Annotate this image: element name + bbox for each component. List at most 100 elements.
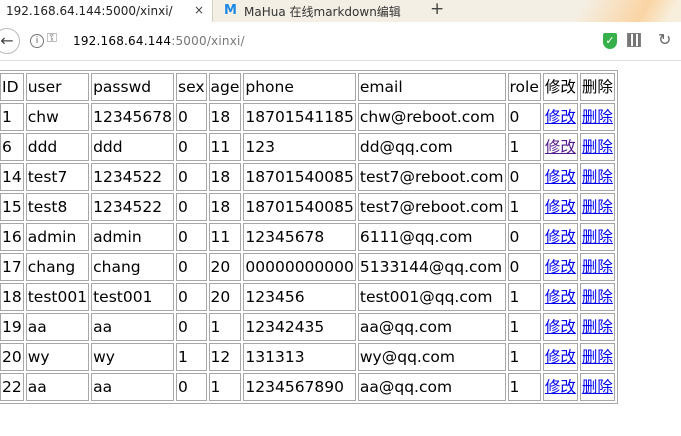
edit-link[interactable]: 修改 — [545, 258, 576, 276]
cell-sex: 0 — [176, 223, 207, 251]
header-user: user — [25, 73, 90, 101]
cell-user: test001 — [25, 283, 90, 311]
header-phone: phone — [243, 73, 356, 101]
delete-link[interactable]: 删除 — [582, 348, 613, 366]
tab-mahua[interactable]: M MaHua 在线markdown编辑 — [214, 0, 418, 22]
cell-id: 16 — [0, 223, 24, 251]
cell-email: aa@qq.com — [357, 373, 506, 401]
cell-role: 0 — [507, 253, 541, 281]
delete-link[interactable]: 删除 — [582, 318, 613, 336]
shield-icon[interactable]: ✓ — [603, 33, 617, 49]
cell-id: 22 — [0, 373, 24, 401]
cell-id: 19 — [0, 313, 24, 341]
cell-email: test7@reboot.com — [357, 193, 506, 221]
edit-link[interactable]: 修改 — [545, 318, 576, 336]
refresh-icon[interactable]: ↻ — [658, 30, 671, 49]
cell-id: 17 — [0, 253, 24, 281]
cell-user: chang — [25, 253, 90, 281]
cell-delete: 删除 — [579, 313, 615, 341]
cell-edit: 修改 — [542, 373, 578, 401]
table-row: 1 chw 12345678 0 18 18701541185 chw@reboot.com… — [0, 103, 615, 131]
header-role: role — [507, 73, 541, 101]
delete-link[interactable]: 删除 — [582, 228, 613, 246]
cell-edit: 修改 — [542, 223, 578, 251]
delete-link[interactable]: 删除 — [582, 168, 613, 186]
cell-passwd: chang — [91, 253, 174, 281]
cell-sex: 0 — [176, 163, 207, 191]
back-arrow-icon[interactable]: ← — [0, 28, 20, 54]
table-header-row: ID user passwd sex age phone email role … — [0, 73, 615, 101]
cell-age: 18 — [208, 103, 242, 131]
cell-passwd: test001 — [91, 283, 174, 311]
url-field[interactable]: 192.168.64.144:5000/xinxi/ — [73, 34, 245, 48]
cell-id: 15 — [0, 193, 24, 221]
close-icon[interactable]: × — [194, 3, 204, 17]
table-row: 17 chang chang 0 20 00000000000 5133144@qq.com… — [0, 253, 615, 281]
cell-user: aa — [25, 373, 90, 401]
edit-link[interactable]: 修改 — [545, 288, 576, 306]
cell-edit: 修改 — [542, 343, 578, 371]
cell-passwd: 1234522 — [91, 163, 174, 191]
cell-id: 20 — [0, 343, 24, 371]
cell-passwd: admin — [91, 223, 174, 251]
header-email: email — [357, 73, 506, 101]
theme-decoration — [571, 0, 681, 22]
cell-delete: 删除 — [579, 193, 615, 221]
cell-phone: 12342435 — [243, 313, 356, 341]
new-tab-icon[interactable]: + — [430, 0, 444, 19]
header-id: ID — [0, 73, 24, 101]
cell-phone: 18701540085 — [243, 163, 356, 191]
cell-phone: 18701541185 — [243, 103, 356, 131]
delete-link[interactable]: 删除 — [582, 198, 613, 216]
cell-sex: 0 — [176, 313, 207, 341]
edit-link[interactable]: 修改 — [545, 378, 576, 396]
tab-title: MaHua 在线markdown编辑 — [244, 4, 401, 19]
tab-xinxi[interactable]: 192.168.64.144:5000/xinxi/ × — [0, 0, 213, 22]
cell-role: 1 — [507, 193, 541, 221]
cell-passwd: 1234522 — [91, 193, 174, 221]
cell-id: 1 — [0, 103, 24, 131]
info-icon[interactable]: i — [30, 34, 44, 48]
cell-edit: 修改 — [542, 103, 578, 131]
cell-age: 11 — [208, 223, 242, 251]
delete-link[interactable]: 删除 — [582, 288, 613, 306]
edit-link[interactable]: 修改 — [545, 138, 576, 156]
key-icon[interactable]: ⚿ — [47, 31, 57, 46]
cell-user: aa — [25, 313, 90, 341]
cell-edit: 修改 — [542, 313, 578, 341]
cell-email: chw@reboot.com — [357, 103, 506, 131]
cell-age: 1 — [208, 373, 242, 401]
cell-passwd: ddd — [91, 133, 174, 161]
cell-email: dd@qq.com — [357, 133, 506, 161]
cell-edit: 修改 — [542, 193, 578, 221]
url-path: :5000/xinxi/ — [171, 34, 245, 48]
cell-user: test8 — [25, 193, 90, 221]
table-row: 19 aa aa 0 1 12342435 aa@qq.com 1 修改 删除 — [0, 313, 615, 341]
cell-age: 1 — [208, 313, 242, 341]
table-row: 20 wy wy 1 12 131313 wy@qq.com 1 修改 删除 — [0, 343, 615, 371]
edit-link[interactable]: 修改 — [545, 108, 576, 126]
edit-link[interactable]: 修改 — [545, 198, 576, 216]
delete-link[interactable]: 删除 — [582, 378, 613, 396]
cell-delete: 删除 — [579, 133, 615, 161]
edit-link[interactable]: 修改 — [545, 348, 576, 366]
table-row: 18 test001 test001 0 20 123456 test001@qq.com 1… — [0, 283, 615, 311]
cell-email: wy@qq.com — [357, 343, 506, 371]
cell-sex: 0 — [176, 373, 207, 401]
cell-age: 18 — [208, 193, 242, 221]
cell-phone: 123 — [243, 133, 356, 161]
delete-link[interactable]: 删除 — [582, 108, 613, 126]
cell-role: 0 — [507, 223, 541, 251]
url-host: 192.168.64.144 — [73, 34, 172, 48]
edit-link[interactable]: 修改 — [545, 168, 576, 186]
delete-link[interactable]: 删除 — [582, 258, 613, 276]
delete-link[interactable]: 删除 — [582, 138, 613, 156]
header-edit: 修改 — [542, 73, 578, 101]
cell-delete: 删除 — [579, 343, 615, 371]
address-bar: ← i ⚿ 192.168.64.144:5000/xinxi/ ✓ ↻ — [0, 22, 681, 61]
edit-link[interactable]: 修改 — [545, 228, 576, 246]
cell-delete: 删除 — [579, 163, 615, 191]
cell-edit: 修改 — [542, 133, 578, 161]
qr-code-icon[interactable] — [627, 33, 641, 47]
cell-age: 20 — [208, 253, 242, 281]
